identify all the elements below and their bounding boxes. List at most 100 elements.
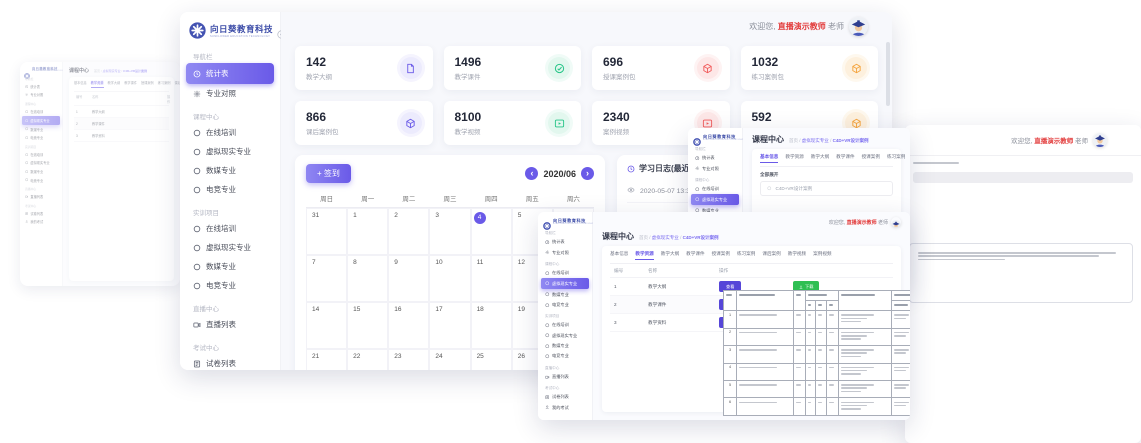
breadcrumb-major[interactable]: 虚拟现实专业 [103, 69, 121, 73]
sidebar-item[interactable]: 试卷列表 [538, 392, 592, 402]
sidebar-item[interactable]: 虚拟现实专业 [541, 278, 589, 289]
sidebar-item[interactable]: 虚拟现实专业 [691, 194, 739, 205]
breadcrumb-home[interactable]: 首页 [94, 69, 100, 73]
tab-8[interactable]: 教学视频 [788, 251, 806, 260]
calendar-day-cell[interactable]: 17 [429, 302, 470, 349]
sidebar-item[interactable]: 数媒专业 [538, 289, 592, 299]
sidebar-item[interactable]: 在线培训 [180, 123, 280, 142]
sidebar-item[interactable]: 直播列表 [20, 192, 62, 201]
sidebar-item[interactable]: 数媒专业 [538, 341, 592, 351]
sidebar-item[interactable]: 在线培训 [180, 219, 280, 238]
sidebar-item[interactable]: 虚拟现实专业 [20, 159, 62, 168]
sidebar-item[interactable]: 专业对照 [20, 91, 62, 100]
stat-text: 142教学大纲 [306, 55, 332, 81]
sidebar-item[interactable]: 专业对照 [688, 163, 742, 173]
sidebar-item[interactable]: 在线培训 [538, 320, 592, 330]
sidebar-item[interactable]: 在线培训 [688, 184, 742, 194]
tab-5[interactable]: 授课案例 [141, 80, 154, 88]
tab-7[interactable]: 课后案例 [762, 251, 780, 260]
calendar-day-cell[interactable]: 16 [388, 302, 429, 349]
calendar-day-cell[interactable]: 23 [388, 349, 429, 370]
course-list-item[interactable]: C4D+VR设计案例 [760, 181, 893, 196]
tab-4[interactable]: 教学课件 [836, 154, 854, 163]
sidebar-item[interactable]: 虚拟现实专业 [180, 142, 280, 161]
sidebar-item[interactable]: 虚拟现实专业 [22, 116, 60, 125]
sidebar-item[interactable]: 数媒专业 [180, 161, 280, 180]
sidebar-item[interactable]: 专业对照 [180, 84, 280, 103]
expand-all-label[interactable]: 全部展开 [760, 172, 893, 178]
tab-6[interactable]: 练习案例 [887, 154, 905, 163]
calendar-day-cell[interactable]: 4 [471, 208, 512, 255]
tab-6[interactable]: 练习案例 [158, 80, 171, 88]
calendar-day-cell[interactable]: 25 [471, 349, 512, 370]
tab-5[interactable]: 授课案例 [712, 251, 730, 260]
user-avatar[interactable] [849, 17, 868, 36]
sidebar-item[interactable]: 数媒专业 [180, 257, 280, 276]
scrollbar-thumb[interactable] [886, 42, 890, 106]
sidebar-item[interactable]: 统计表 [538, 237, 592, 247]
tab-4[interactable]: 教学课件 [124, 80, 137, 88]
calendar-day-cell[interactable]: 22 [347, 349, 388, 370]
tab-1[interactable]: 基本信息 [74, 80, 87, 88]
tab-1[interactable]: 基本信息 [760, 154, 778, 163]
sidebar-item[interactable]: 统计表 [20, 82, 62, 91]
calendar-day-cell[interactable]: 1 [347, 208, 388, 255]
sidebar-item[interactable]: 数媒专业 [20, 167, 62, 176]
sidebar-item[interactable]: 在线培训 [538, 268, 592, 278]
user-avatar[interactable] [1093, 133, 1107, 147]
calendar-day-cell[interactable]: 18 [471, 302, 512, 349]
sidebar-item[interactable]: 统计表 [688, 153, 742, 163]
calendar-day-cell[interactable]: 14 [306, 302, 347, 349]
sidebar-item[interactable]: 试卷列表 [180, 354, 280, 370]
tab-3[interactable]: 教学大纲 [661, 251, 679, 260]
sidebar-item[interactable]: 虚拟现实专业 [180, 238, 280, 257]
sidebar-item[interactable]: 电竞专业 [538, 300, 592, 310]
breadcrumb-home[interactable]: 首页 [789, 138, 798, 143]
calendar-day-cell[interactable]: 9 [388, 255, 429, 302]
breadcrumb-home[interactable]: 首页 [639, 235, 648, 240]
calendar-day-cell[interactable]: 11 [471, 255, 512, 302]
calendar-day-cell[interactable]: 7 [306, 255, 347, 302]
sidebar-item[interactable]: 虚拟现实专业 [538, 330, 592, 340]
sidebar-item[interactable]: 电竞专业 [180, 276, 280, 295]
calendar-day-cell[interactable]: 24 [429, 349, 470, 370]
next-month-button[interactable]: › [581, 167, 594, 180]
calendar-day-cell[interactable]: 21 [306, 349, 347, 370]
prev-month-button[interactable]: ‹ [525, 167, 538, 180]
tab-1[interactable]: 基本信息 [610, 251, 628, 260]
sidebar-item[interactable]: 电竞专业 [538, 351, 592, 361]
sidebar-item[interactable]: 统计表 [186, 63, 274, 84]
tab-5[interactable]: 授课案例 [862, 154, 880, 163]
breadcrumb-major[interactable]: 虚拟现实专业 [802, 138, 829, 143]
sidebar-item[interactable]: 在线培训 [20, 150, 62, 159]
tab-2[interactable]: 教学资源 [91, 80, 104, 88]
section-header-bar[interactable] [913, 172, 1133, 183]
calendar-day-cell[interactable]: 31 [306, 208, 347, 255]
user-avatar[interactable] [891, 217, 901, 227]
sidebar-item[interactable]: 在线培训 [20, 107, 62, 116]
breadcrumb-major[interactable]: 虚拟现实专业 [652, 235, 679, 240]
calendar-day-cell[interactable]: 8 [347, 255, 388, 302]
sidebar-item[interactable]: 电竞专业 [20, 176, 62, 185]
tab-4[interactable]: 教学课件 [686, 251, 704, 260]
calendar-day-cell[interactable]: 15 [347, 302, 388, 349]
sidebar-item[interactable]: 试卷列表 [20, 209, 62, 218]
calendar-day-cell[interactable]: 10 [429, 255, 470, 302]
tab-9[interactable]: 案例视频 [813, 251, 831, 260]
sidebar-item[interactable]: 数媒专业 [20, 125, 62, 134]
sidebar-item[interactable]: 直播列表 [180, 315, 280, 334]
checkin-button[interactable]: + 签到 [306, 164, 351, 183]
sidebar-item[interactable]: 电竞专业 [20, 133, 62, 142]
sidebar-item[interactable]: 我的考试 [538, 402, 592, 412]
sidebar-item[interactable]: 专业对照 [538, 247, 592, 257]
tab-2[interactable]: 教学资源 [785, 154, 803, 163]
sidebar-item[interactable]: 我的考试 [20, 218, 62, 227]
tab-2[interactable]: 教学资源 [635, 251, 653, 260]
sidebar-item[interactable]: 电竞专业 [180, 180, 280, 199]
sidebar-item[interactable]: 直播列表 [538, 372, 592, 382]
tab-3[interactable]: 教学大纲 [108, 80, 121, 88]
calendar-day-cell[interactable]: 3 [429, 208, 470, 255]
tab-6[interactable]: 练习案例 [737, 251, 755, 260]
calendar-day-cell[interactable]: 2 [388, 208, 429, 255]
tab-3[interactable]: 教学大纲 [811, 154, 829, 163]
